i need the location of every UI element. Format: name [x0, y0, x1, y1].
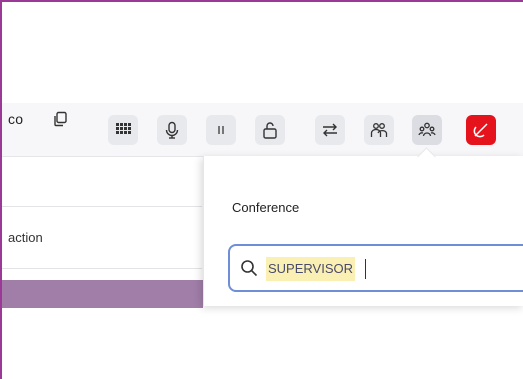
unlock-icon	[263, 122, 277, 139]
hangup-icon	[473, 123, 488, 138]
pause-icon	[218, 126, 224, 134]
mute-button[interactable]	[157, 115, 187, 145]
unlock-button[interactable]	[255, 115, 285, 145]
hold-button[interactable]	[206, 115, 236, 145]
popup-title: Conference	[232, 200, 300, 215]
hangup-button[interactable]	[466, 115, 496, 145]
conference-icon	[418, 122, 436, 137]
search-icon	[240, 259, 258, 277]
microphone-icon	[165, 121, 179, 139]
consult-icon	[370, 123, 388, 137]
list-divider	[2, 206, 202, 207]
text-cursor	[365, 259, 366, 279]
list-divider	[2, 268, 202, 269]
transfer-button[interactable]	[315, 115, 345, 145]
consult-button[interactable]	[364, 115, 394, 145]
dialpad-icon	[116, 123, 131, 134]
transfer-icon	[323, 123, 337, 137]
conference-button[interactable]	[412, 115, 442, 145]
caller-name: co	[8, 111, 24, 127]
copy-icon[interactable]	[52, 111, 68, 127]
search-value[interactable]: SUPERVISOR	[266, 257, 356, 281]
dialpad-button[interactable]	[108, 115, 138, 145]
selected-row-bar[interactable]	[2, 280, 203, 308]
list-item-label: action	[8, 230, 43, 245]
